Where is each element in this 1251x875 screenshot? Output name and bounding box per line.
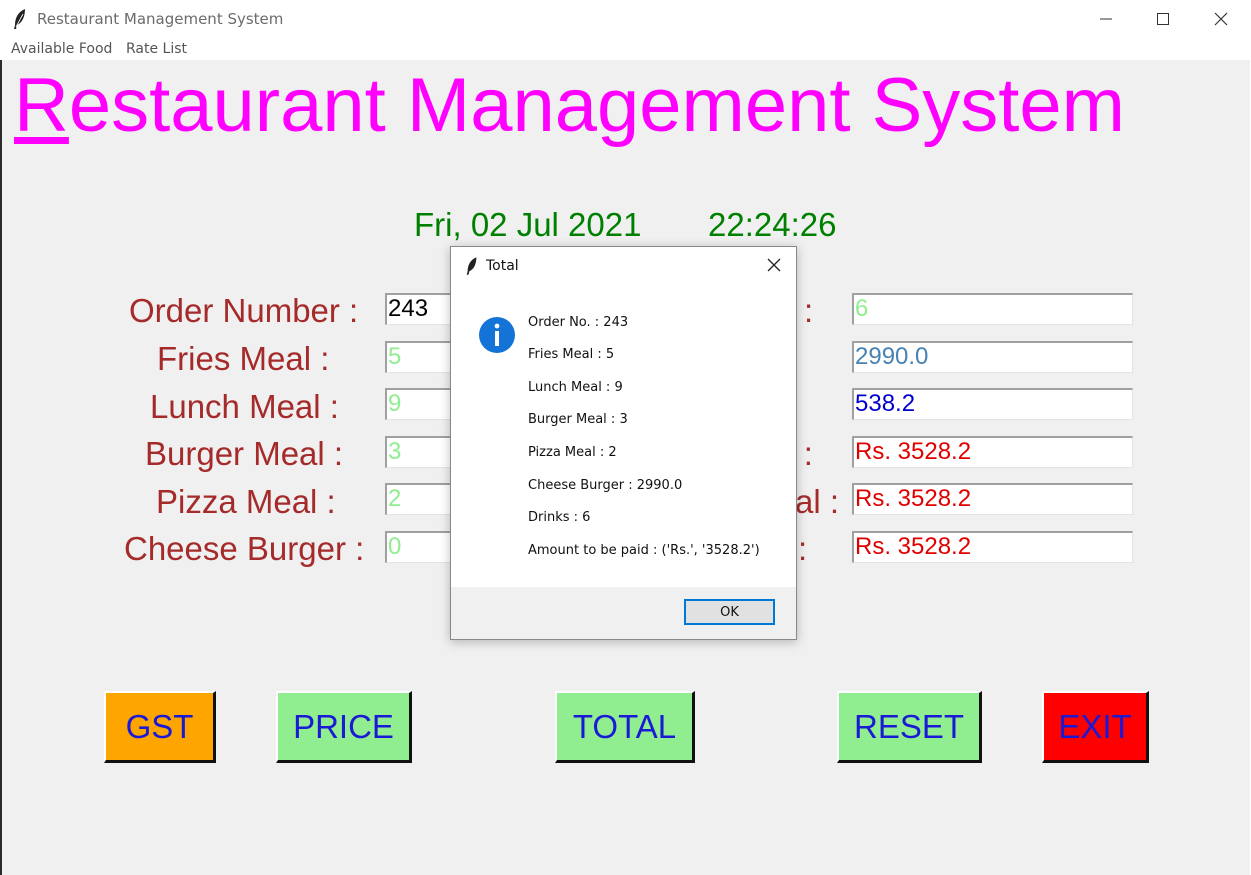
pizza-meal-field[interactable]: 2 [385,483,455,515]
dialog-lunch-line: Lunch Meal : 9 [528,380,623,395]
drinks-field[interactable]: 6 [852,293,1133,325]
cost-field[interactable]: 2990.0 [852,341,1133,373]
time-display: 22:24:26 [708,206,837,243]
window-title: Restaurant Management System [37,10,284,28]
feather-icon [14,9,25,29]
minimize-button[interactable] [1077,0,1135,38]
info-icon [479,317,515,353]
burger-meal-label: Burger Meal : [145,435,344,472]
dialog-cheese-line: Cheese Burger : 2990.0 [528,478,683,493]
exit-button[interactable]: EXIT [1042,691,1149,763]
reset-button[interactable]: RESET [837,691,982,763]
ok-button[interactable]: OK [684,599,775,625]
order-number-field[interactable]: 243 [385,293,455,325]
price-button[interactable]: PRICE [276,691,412,763]
maximize-icon [1157,13,1169,25]
title-first-letter: R [14,63,69,148]
date-display: Fri, 02 Jul 2021 [414,206,642,243]
fries-meal-field[interactable]: 5 [385,341,455,373]
gst-field[interactable]: 538.2 [852,388,1133,420]
close-icon [1214,12,1228,26]
total-button[interactable]: TOTAL [555,691,695,763]
maximize-button[interactable] [1134,0,1192,38]
total-label: : [798,530,808,567]
total-dialog: Total Order No. : 243 Fries Meal : 5 Lun… [450,246,797,640]
feather-icon [466,257,477,275]
menu-rate-list[interactable]: Rate List [126,41,187,57]
order-number-label: Order Number : [129,292,359,329]
dialog-drinks-line: Drinks : 6 [528,510,591,525]
dialog-footer: OK [451,587,796,639]
lunch-meal-field[interactable]: 9 [385,388,455,420]
dialog-title: Total [486,258,519,274]
lunch-meal-label: Lunch Meal : [150,388,339,425]
close-button[interactable] [1192,0,1250,38]
title-rest: estaurant Management System [68,63,1125,148]
dialog-fries-line: Fries Meal : 5 [528,347,615,362]
burger-meal-field[interactable]: 3 [385,436,455,468]
menu-bar: Available Food Rate List [0,38,1251,60]
total-field[interactable]: Rs. 3528.2 [852,531,1133,563]
gst-button[interactable]: GST [104,691,216,763]
minimize-icon [1100,18,1112,20]
cheese-burger-label: Cheese Burger : [124,530,365,567]
page-title: Restaurant Management System [14,68,1125,144]
dialog-burger-line: Burger Meal : 3 [528,412,628,427]
close-icon[interactable] [766,257,782,273]
pizza-meal-label: Pizza Meal : [156,483,336,520]
fries-meal-label: Fries Meal : [157,340,330,377]
drinks-label: : [804,292,814,329]
dialog-order-line: Order No. : 243 [528,315,629,330]
menu-available-food[interactable]: Available Food [11,41,112,57]
total-gst-field[interactable]: Rs. 3528.2 [852,436,1133,468]
subtotal-field[interactable]: Rs. 3528.2 [852,483,1133,515]
dialog-amount-line: Amount to be paid : ('Rs.', '3528.2') [528,543,760,558]
subtotal-label: al : [795,483,840,520]
dialog-pizza-line: Pizza Meal : 2 [528,445,617,460]
cheese-burger-field[interactable]: 0 [385,531,455,563]
title-bar: Restaurant Management System [0,0,1251,38]
